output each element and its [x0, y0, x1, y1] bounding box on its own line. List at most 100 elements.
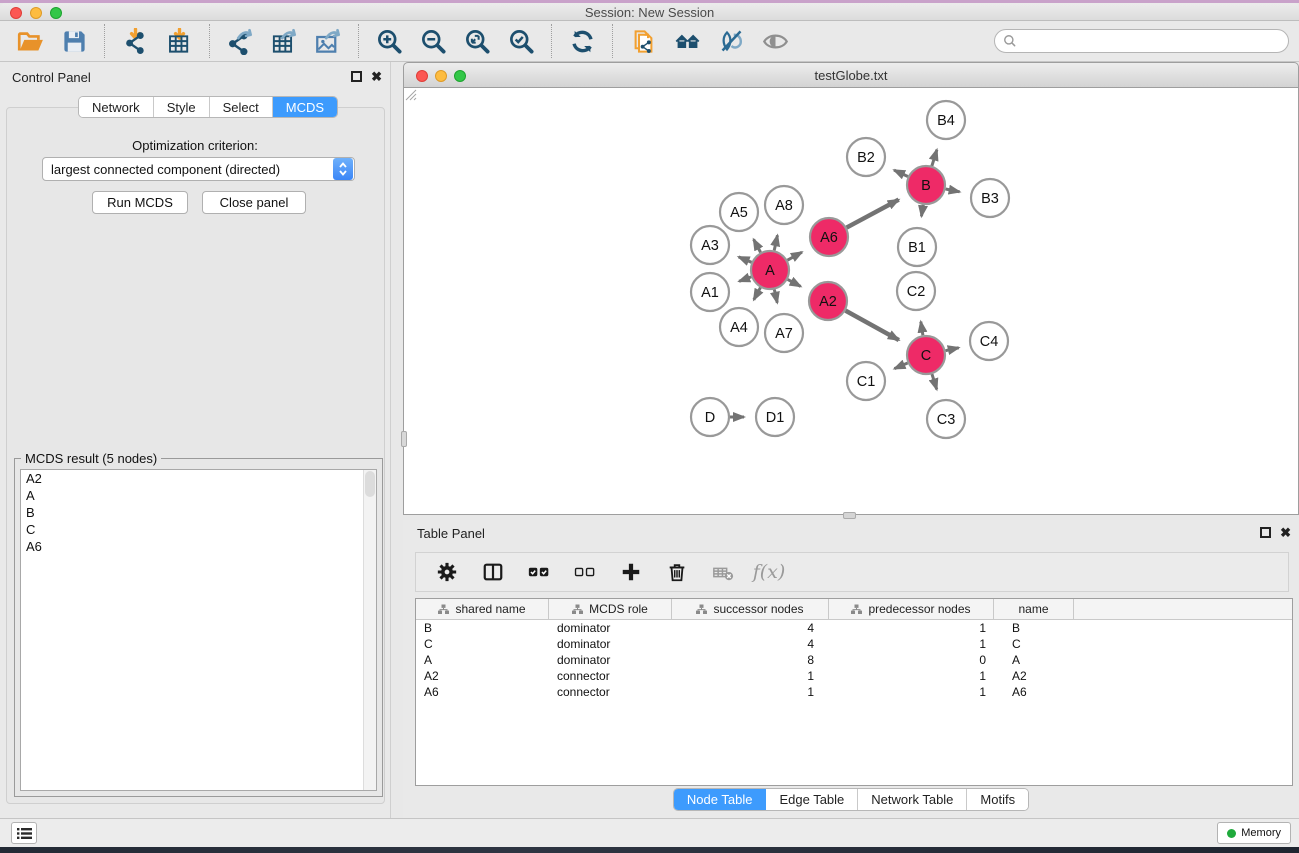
graph-node-D[interactable]: D — [691, 398, 729, 436]
refresh-icon[interactable] — [560, 24, 604, 58]
mcds-result-item[interactable]: A — [21, 487, 376, 504]
close-panel-button[interactable]: Close panel — [202, 191, 306, 214]
graph-edge-A-A8[interactable] — [774, 235, 777, 250]
tab-network-table[interactable]: Network Table — [858, 789, 967, 810]
graph-edge-A-A2[interactable] — [788, 279, 801, 286]
node-table[interactable]: shared nameMCDS rolesuccessor nodesprede… — [415, 598, 1293, 786]
bottom-splitter-handle[interactable] — [843, 512, 856, 519]
graph-node-B4[interactable]: B4 — [927, 101, 965, 139]
graph-edge-B-B4[interactable] — [932, 150, 937, 166]
graph-edge-B-B3[interactable] — [946, 189, 960, 192]
tab-style[interactable]: Style — [154, 97, 210, 117]
mcds-result-list[interactable]: A2ABCA6 — [20, 469, 377, 791]
select-all-icon[interactable] — [524, 557, 554, 587]
import-table-icon[interactable] — [157, 24, 201, 58]
memory-button[interactable]: Memory — [1217, 822, 1291, 844]
graph-node-C1[interactable]: C1 — [847, 362, 885, 400]
column-header-name[interactable]: name — [994, 599, 1074, 619]
open-session-icon[interactable] — [8, 24, 52, 58]
left-splitter-handle[interactable] — [401, 431, 407, 447]
graph-edge-B-B1[interactable] — [921, 205, 923, 217]
add-icon[interactable] — [616, 557, 646, 587]
save-session-icon[interactable] — [52, 24, 96, 58]
tab-edge-table[interactable]: Edge Table — [766, 789, 858, 810]
graph-edge-A2-C[interactable] — [846, 311, 899, 340]
window-resize-grip[interactable] — [404, 88, 417, 101]
graph-node-B[interactable]: B — [907, 166, 945, 204]
zoom-selected-icon[interactable] — [499, 24, 543, 58]
network-canvas[interactable]: B4B2BB3B1A5A8A6A3AA1C2A2A4A7CC4C1C3DD1 — [403, 88, 1299, 515]
table-row[interactable]: Cdominator41C — [416, 636, 1292, 652]
graph-edge-B-B2[interactable] — [894, 170, 908, 176]
zoom-out-icon[interactable] — [411, 24, 455, 58]
run-mcds-button[interactable]: Run MCDS — [92, 191, 188, 214]
show-columns-icon[interactable] — [478, 557, 508, 587]
graph-node-A2[interactable]: A2 — [809, 282, 847, 320]
table-row[interactable]: A2connector11A2 — [416, 668, 1292, 684]
import-network-icon[interactable] — [113, 24, 157, 58]
table-float-panel-icon[interactable] — [1260, 527, 1271, 538]
graph-node-A1[interactable]: A1 — [691, 273, 729, 311]
graph-node-A4[interactable]: A4 — [720, 308, 758, 346]
optimization-criterion-select[interactable]: largest connected component (directed) — [42, 157, 355, 181]
graph-node-C4[interactable]: C4 — [970, 322, 1008, 360]
graph-node-B1[interactable]: B1 — [898, 228, 936, 266]
mcds-result-item[interactable]: B — [21, 504, 376, 521]
delete-table-icon[interactable] — [708, 557, 738, 587]
graph-node-A8[interactable]: A8 — [765, 186, 803, 224]
table-settings-icon[interactable] — [432, 557, 462, 587]
tab-node-table[interactable]: Node Table — [674, 789, 767, 810]
mcds-result-item[interactable]: A2 — [21, 470, 376, 487]
graph-node-C2[interactable]: C2 — [897, 272, 935, 310]
delete-icon[interactable] — [662, 557, 692, 587]
search-input[interactable] — [1021, 34, 1288, 48]
graph-node-A6[interactable]: A6 — [810, 218, 848, 256]
mcds-result-item[interactable]: A6 — [21, 538, 376, 555]
graph-edge-A-A3[interactable] — [739, 257, 752, 262]
table-row[interactable]: A6connector11A6 — [416, 684, 1292, 700]
function-builder-icon[interactable]: f(x) — [754, 557, 784, 587]
show-hide-icon[interactable] — [753, 24, 797, 58]
first-neighbors-icon[interactable] — [665, 24, 709, 58]
network-window-titlebar[interactable]: testGlobe.txt — [403, 62, 1299, 88]
table-close-panel-icon[interactable]: ✖ — [1280, 527, 1291, 538]
graph-edge-A-A7[interactable] — [774, 290, 777, 303]
task-history-button[interactable] — [11, 822, 37, 844]
tab-mcds[interactable]: MCDS — [273, 97, 337, 117]
zoom-fit-icon[interactable] — [455, 24, 499, 58]
export-table-icon[interactable] — [262, 24, 306, 58]
search-field[interactable] — [994, 29, 1289, 53]
column-header-successor-nodes[interactable]: successor nodes — [672, 599, 829, 619]
graph-edge-A-A1[interactable] — [739, 277, 751, 281]
graph-edge-A6-B[interactable] — [847, 200, 899, 228]
zoom-in-icon[interactable] — [367, 24, 411, 58]
graph-edge-A-A5[interactable] — [754, 239, 761, 252]
tab-motifs[interactable]: Motifs — [967, 789, 1028, 810]
graph-edge-A-A6[interactable] — [787, 252, 801, 260]
column-header-MCDS-role[interactable]: MCDS role — [549, 599, 672, 619]
export-image-icon[interactable] — [306, 24, 350, 58]
tab-select[interactable]: Select — [210, 97, 273, 117]
graph-edge-C-C3[interactable] — [932, 374, 937, 389]
float-panel-icon[interactable] — [351, 71, 362, 82]
graph-node-A5[interactable]: A5 — [720, 193, 758, 231]
deselect-all-icon[interactable] — [570, 557, 600, 587]
graph-node-D1[interactable]: D1 — [756, 398, 794, 436]
tab-network[interactable]: Network — [79, 97, 154, 117]
mcds-list-scrollbar[interactable] — [363, 470, 376, 790]
graph-edge-C-C4[interactable] — [946, 348, 959, 351]
graph-node-A3[interactable]: A3 — [691, 226, 729, 264]
close-panel-icon[interactable]: ✖ — [371, 71, 382, 82]
graph-edge-C-C1[interactable] — [894, 363, 907, 369]
graph-node-B2[interactable]: B2 — [847, 138, 885, 176]
graph-edge-A-A4[interactable] — [754, 288, 761, 300]
export-network-icon[interactable] — [218, 24, 262, 58]
table-row[interactable]: Bdominator41B — [416, 620, 1292, 636]
graph-node-A[interactable]: A — [751, 251, 789, 289]
graph-node-B3[interactable]: B3 — [971, 179, 1009, 217]
copy-network-icon[interactable] — [621, 24, 665, 58]
table-row[interactable]: Adominator80A — [416, 652, 1292, 668]
graph-node-C[interactable]: C — [907, 336, 945, 374]
graph-node-C3[interactable]: C3 — [927, 400, 965, 438]
column-header-predecessor-nodes[interactable]: predecessor nodes — [829, 599, 994, 619]
